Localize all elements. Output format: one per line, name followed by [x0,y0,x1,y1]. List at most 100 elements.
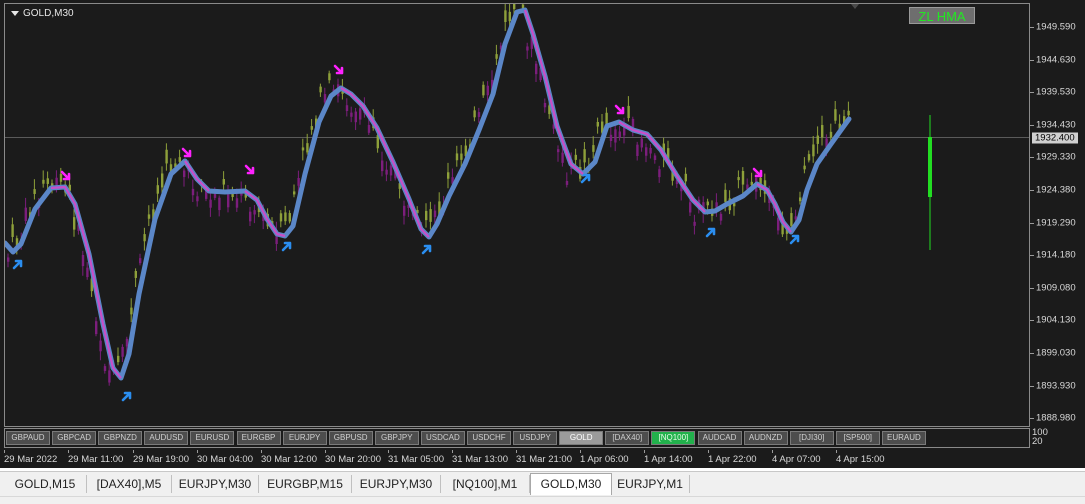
symbol-button-gold[interactable]: GOLD [559,431,604,445]
candle-body [161,173,164,188]
symbol-button-audnzd[interactable]: AUDNZD [743,431,788,445]
price-label: 1914.180 [1036,249,1076,261]
symbol-button-eurgbp[interactable]: EURGBP [236,431,281,445]
symbol-button-usdcad[interactable]: USDCAD [420,431,465,445]
buy-arrow-icon [705,227,716,238]
candle-body [293,191,296,195]
time-label: 29 Mar 2022 [4,454,58,465]
candle-body [689,202,692,213]
candle-body [561,152,564,163]
candle-body [143,234,146,242]
price-tick [1030,255,1034,257]
time-tick [772,450,773,453]
candle-body [790,213,793,226]
symbol-button-gbpnzd[interactable]: GBPNZD [98,431,143,445]
hma-down-segment [618,121,706,213]
candle-body [7,257,10,262]
time-tick [836,450,837,453]
symbol-button-usdjpy[interactable]: USDJPY [513,431,558,445]
time-tick [580,450,581,453]
candle-body [521,4,525,9]
candle-body [328,73,331,81]
chart-tab[interactable]: EURGBP,M15 [259,475,352,493]
candle-body [592,145,595,152]
chart-tab[interactable]: EURJPY,M30 [172,475,259,493]
chart-window[interactable]: GOLD,M30 ZL HMA 1949.590 1944.630 1939.530… [0,0,1085,468]
candle-body [306,143,309,153]
time-tick [4,450,5,453]
hma-line [5,7,852,381]
candle-body [719,213,723,221]
candle-body [684,173,687,182]
time-axis: 29 Mar 2022 29 Mar 11:00 29 Mar 19:00 30 Ma… [0,450,1030,466]
candle-body [741,170,745,185]
candle-body [209,199,212,208]
candle-body [812,144,815,157]
candle-body [165,149,168,164]
time-tick [516,450,517,453]
chart-plot-area[interactable]: GOLD,M30 ZL HMA [4,3,1030,427]
time-label: 30 Mar 04:00 [197,454,253,465]
price-label: 1909.080 [1036,282,1076,294]
candle-body [508,11,511,22]
time-label: 31 Mar 05:00 [388,454,444,465]
candle-body [477,112,481,117]
candle-body [636,144,639,156]
symbol-button-gbpusd[interactable]: GBPUSD [328,431,373,445]
candle-body [495,54,498,59]
symbol-button-audcad[interactable]: AUDCAD [697,431,742,445]
candle-body [24,207,27,221]
candle-body [279,213,283,222]
symbol-button-audusd[interactable]: AUDUSD [144,431,189,445]
symbol-button-gbpaud[interactable]: GBPAUD [6,431,50,445]
chart-tab[interactable]: GOLD,M30 [530,473,612,495]
symbol-button-euraud[interactable]: EURAUD [881,431,926,445]
price-label: 1944.630 [1036,54,1076,66]
candle-body [565,180,569,185]
symbol-button-nq100[interactable]: [NQ100] [651,431,696,445]
chart-tab[interactable]: GOLD,M15 [4,475,87,493]
symbol-button-gbpjpy[interactable]: GBPJPY [374,431,419,445]
price-tick [1030,59,1034,61]
symbol-button-eurusd[interactable]: EURUSD [190,431,235,445]
candle-body [103,366,107,371]
price-label: 1949.590 [1036,21,1076,33]
symbol-button-usdchf[interactable]: USDCHF [467,431,511,445]
candle-body [777,217,780,231]
candle-body [284,212,287,222]
time-label: 30 Mar 20:00 [325,454,381,465]
symbol-button-bar: GBPAUD GBPCAD GBPNZD AUDUSD EURUSD EURGBP EURJ… [4,428,1030,448]
symbol-button-sp500[interactable]: [SP500] [835,431,880,445]
collapse-triangle-icon[interactable] [11,11,19,16]
candle-body [460,153,463,160]
candle-body [359,108,362,120]
candle-body [297,177,300,186]
candle-body [834,109,837,121]
price-tick [1030,222,1034,224]
symbol-button-eurjpy[interactable]: EURJPY [282,431,327,445]
chart-tab[interactable]: EURJPY,M1 [611,475,690,493]
symbol-button-dax40[interactable]: [DAX40] [605,431,650,445]
chart-tab[interactable]: [NQ100],M1 [441,475,530,493]
candle-body [829,131,833,138]
price-tick [1030,157,1034,159]
chart-tab[interactable]: EURJPY,M30 [352,475,441,493]
symbol-button-dji30[interactable]: [DJI30] [789,431,834,445]
time-label: 29 Mar 19:00 [133,454,189,465]
time-tick [197,450,198,453]
chart-tab[interactable]: [DAX40],M5 [87,475,172,493]
price-label: 1888.980 [1036,412,1076,424]
symbol-button-gbpcad[interactable]: GBPCAD [52,431,97,445]
candle-body [125,338,129,347]
scroll-marker-icon [851,4,859,9]
zl-hma-button[interactable]: ZL HMA [909,7,975,24]
chart-symbol-header[interactable]: GOLD,M30 [11,8,74,19]
price-chart-svg[interactable] [5,4,1029,426]
price-label: 1924.380 [1036,184,1076,196]
candle-body [235,198,239,208]
price-tick [1030,385,1034,387]
buy-arrow-icon [421,244,432,255]
candle-body [108,370,111,383]
price-tick [1030,190,1034,191]
candle-body [147,214,151,219]
